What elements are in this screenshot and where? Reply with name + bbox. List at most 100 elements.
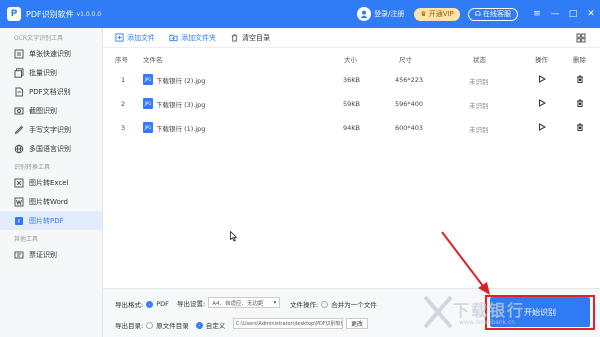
toolbar: 添加文件 添加文件夹 清空目录 xyxy=(103,28,600,48)
sidebar-group-other: 其他工具 xyxy=(14,236,39,243)
row-size: 94KB xyxy=(343,124,360,132)
clear-list-button[interactable]: 清空目录 xyxy=(230,33,270,43)
table-header: 序号 文件名 大小 尺寸 状态 操作 删除 xyxy=(103,54,600,66)
row-status: 未识别 xyxy=(469,102,489,110)
sidebar-item-label: 图片转Word xyxy=(29,197,68,206)
sidebar-item-multilang[interactable]: 多国语言识别 xyxy=(0,139,102,158)
clear-list-label: 清空目录 xyxy=(242,33,270,42)
export-dir-label: 导出目录: xyxy=(115,322,144,330)
custom-dir-label: 自定义 xyxy=(205,322,226,330)
vip-label: 开通VIP xyxy=(428,10,454,18)
grid-view-icon[interactable] xyxy=(576,33,586,43)
merge-label: 合并为一个文件 xyxy=(331,301,377,309)
pen-icon xyxy=(14,125,24,134)
highlight-box xyxy=(485,295,595,330)
sidebar-item-ticket[interactable]: 票证识别 xyxy=(0,245,102,264)
table-row: 2 JPG 下载银行 (3).jpg 59KB 596*400 未识别 xyxy=(103,98,600,114)
sidebar-item-img-to-excel[interactable]: 图片转Excel xyxy=(0,173,102,192)
col-action: 操作 xyxy=(535,56,548,64)
row-filename: JPG 下载银行 (2).jpg xyxy=(143,74,205,85)
col-filename: 文件名 xyxy=(143,56,163,64)
online-service-button[interactable]: ☊ 在线客服 xyxy=(467,7,518,21)
orig-dir-radio[interactable] xyxy=(146,321,154,329)
row-status: 未识别 xyxy=(469,78,489,86)
col-status: 状态 xyxy=(473,56,486,64)
row-index: 2 xyxy=(121,100,126,108)
col-index: 序号 xyxy=(115,56,128,64)
export-settings-select[interactable]: A4、自适应、无边距 ▾ xyxy=(208,297,281,308)
sidebar-group-ocr: OCR文字识别工具 xyxy=(14,35,64,42)
add-file-button[interactable]: 添加文件 xyxy=(115,33,155,43)
export-panel: 导出格式: PDF 导出设置: A4、自适应、无边距 ▾ 文件操作: 合并为一个… xyxy=(103,288,600,337)
export-dir-row: 导出目录: 原文件目录 自定义 xyxy=(115,320,225,330)
row-status: 未识别 xyxy=(469,126,489,134)
pdf-icon: P xyxy=(15,216,23,225)
export-format-label: 导出格式: xyxy=(115,301,144,309)
row-size: 59KB xyxy=(343,100,360,108)
headset-icon: ☊ xyxy=(474,10,481,18)
sidebar-item-img-to-pdf[interactable]: P 图片转PDF xyxy=(0,211,102,230)
sidebar-item-single-quick[interactable]: 单张快速识别 xyxy=(0,44,102,63)
sidebar-item-handwriting[interactable]: 手写文字识别 xyxy=(0,120,102,139)
format-pdf-radio[interactable] xyxy=(146,300,154,308)
orig-dir-label: 原文件目录 xyxy=(156,322,189,330)
merge-radio[interactable] xyxy=(321,300,329,308)
minimize-button[interactable]: — xyxy=(546,0,564,28)
app-version: v1.0.0.0 xyxy=(76,10,102,18)
menu-icon[interactable]: ≡ xyxy=(528,0,546,28)
scan-icon xyxy=(14,49,24,58)
word-icon xyxy=(14,197,24,206)
table-row: 3 JPG 下载银行 (1).jpg 94KB 600*403 未识别 xyxy=(103,122,600,138)
avatar-icon[interactable] xyxy=(357,7,372,21)
custom-dir-radio[interactable] xyxy=(195,321,203,329)
add-folder-label: 添加文件夹 xyxy=(181,33,216,42)
filename-text: 下载银行 (1).jpg xyxy=(156,124,206,133)
crown-icon: ♛ xyxy=(420,10,427,18)
mouse-cursor-icon xyxy=(230,231,238,242)
row-index: 1 xyxy=(121,76,126,84)
sidebar: OCR文字识别工具 单张快速识别 批量识别 PDF文档识别 截图识别 手写文字识… xyxy=(0,28,103,337)
sidebar-item-label: 多国语言识别 xyxy=(29,144,71,153)
sidebar-item-batch[interactable]: 批量识别 xyxy=(0,63,102,82)
delete-icon[interactable] xyxy=(576,75,584,85)
pdf-doc-icon xyxy=(15,87,23,96)
title-bar: P PDF识别软件 v1.0.0.0 登录/注册 ♛ 开通VIP ☊ 在线客服 … xyxy=(0,0,600,28)
sidebar-item-label: 截图识别 xyxy=(29,106,57,115)
select-value: A4、自适应、无边距 xyxy=(212,300,264,307)
app-title: PDF识别软件 xyxy=(26,9,74,19)
sidebar-item-label: 手写文字识别 xyxy=(29,125,71,134)
vip-button[interactable]: ♛ 开通VIP xyxy=(414,7,460,21)
row-filename: JPG 下载银行 (3).jpg xyxy=(143,98,205,109)
col-size: 大小 xyxy=(344,56,357,64)
jpg-icon: JPG xyxy=(143,98,153,109)
export-path-field[interactable]: C:\Users\Administrator\desktop\PDF识别软件 xyxy=(233,318,343,329)
change-dir-button[interactable]: 更改 xyxy=(346,318,369,329)
sidebar-item-img-to-word[interactable]: 图片转Word xyxy=(0,192,102,211)
play-icon[interactable] xyxy=(538,99,547,109)
sidebar-item-label: 图片转Excel xyxy=(29,178,69,187)
add-folder-button[interactable]: 添加文件夹 xyxy=(169,33,216,43)
export-format-row: 导出格式: PDF xyxy=(115,299,169,309)
play-icon[interactable] xyxy=(538,123,547,133)
screenshot-icon xyxy=(14,107,24,114)
sidebar-group-convert: 识别转换工具 xyxy=(14,164,51,171)
file-op-label: 文件操作: xyxy=(290,301,319,309)
col-delete: 删除 xyxy=(573,56,586,64)
maximize-button[interactable]: □ xyxy=(564,0,582,28)
sidebar-item-label: 单张快速识别 xyxy=(29,49,71,58)
play-icon[interactable] xyxy=(538,75,547,85)
jpg-icon: JPG xyxy=(143,122,153,133)
ticket-icon xyxy=(14,251,24,258)
filename-text: 下载银行 (3).jpg xyxy=(156,100,206,109)
filename-text: 下载银行 (2).jpg xyxy=(156,76,206,85)
export-settings-row: 导出设置: A4、自适应、无边距 ▾ xyxy=(177,297,281,308)
login-link[interactable]: 登录/注册 xyxy=(374,9,404,19)
close-button[interactable]: ✕ xyxy=(582,0,600,28)
sidebar-item-pdf-doc[interactable]: PDF文档识别 xyxy=(0,82,102,101)
sidebar-item-label: PDF文档识别 xyxy=(29,87,71,96)
sidebar-item-label: 图片转PDF xyxy=(29,216,64,225)
sidebar-item-screenshot[interactable]: 截图识别 xyxy=(0,101,102,120)
delete-icon[interactable] xyxy=(576,123,584,133)
delete-icon[interactable] xyxy=(576,99,584,109)
excel-icon xyxy=(14,178,24,187)
